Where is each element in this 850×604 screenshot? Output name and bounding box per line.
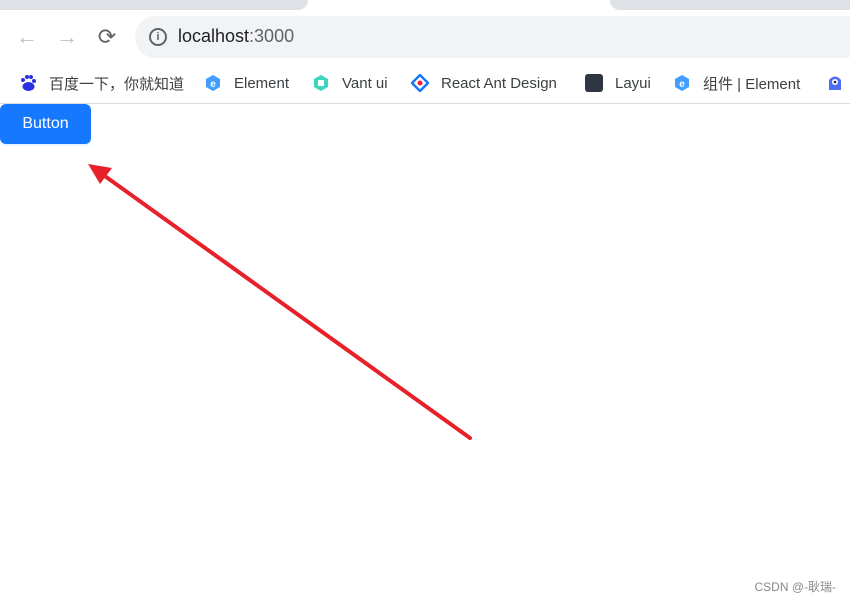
watermark: CSDN @-耿瑞- [754,580,836,594]
arrow-shaft [100,172,472,440]
annotation-arrow [88,164,472,440]
